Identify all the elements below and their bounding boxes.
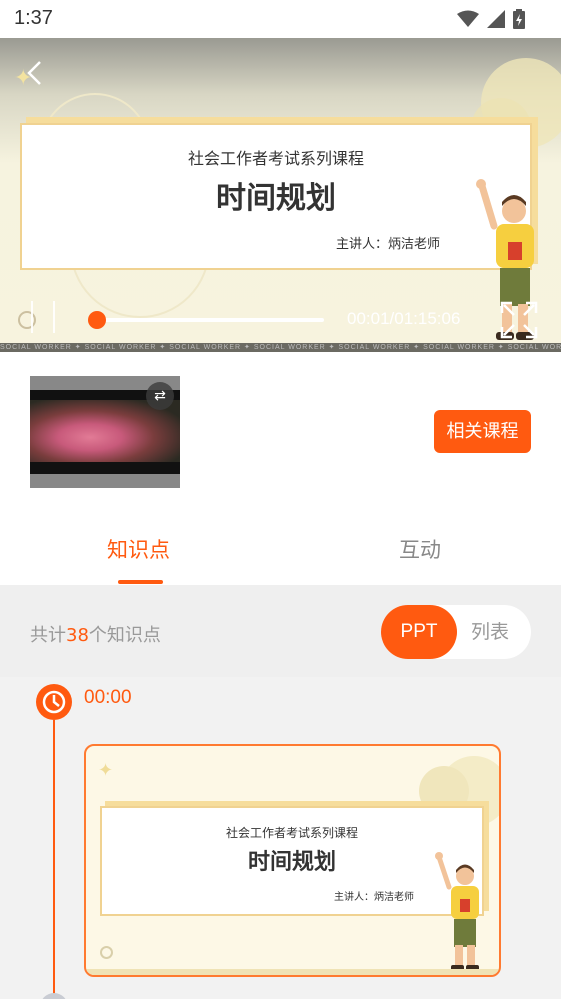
signal-icon [487, 10, 505, 28]
count-suffix: 个知识点 [88, 625, 161, 646]
clock-icon [36, 684, 72, 720]
slide-card-lecturer: 主讲人：炳洁老师 [334, 892, 414, 903]
divider [53, 301, 55, 333]
video-player[interactable]: ✦ 社会工作者考试系列课程 时间规划 主讲人：炳洁老师 00:01/01:15:… [0, 38, 561, 352]
badge-icon [100, 946, 113, 959]
slide-board: 社会工作者考试系列课程 时间规划 主讲人：炳洁老师 [20, 123, 532, 270]
teacher-illustration [435, 852, 479, 971]
switch-view-icon[interactable]: ⇄ [146, 382, 174, 410]
floating-thumbnail[interactable]: ⇄ [30, 376, 180, 488]
footer-ribbon: SOCIAL WORKER ✦ SOCIAL WORKER ✦ SOCIAL W… [0, 343, 561, 352]
knowledge-count: 共计38个知识点 [30, 621, 161, 647]
sparkle-icon: ✦ [98, 760, 114, 781]
wifi-icon [457, 10, 479, 27]
slide-card-board: 社会工作者考试系列课程 时间规划 主讲人：炳洁老师 [100, 806, 484, 916]
course-info-section: ⇄ 相关课程 知识点 互动 [0, 352, 561, 585]
slide-subtitle: 社会工作者考试系列课程 [187, 149, 364, 168]
back-arrow-icon [27, 61, 41, 85]
badge-icon [18, 311, 36, 329]
slide-card[interactable]: ✦ 社会工作者考试系列课程 时间规划 主讲人：炳洁老师 [84, 744, 501, 977]
slide-title: 时间规划 [216, 181, 336, 216]
timeline-timestamp: 00:00 [84, 687, 132, 708]
list-view-button[interactable]: 列表 [471, 605, 509, 659]
tab-knowledge-points[interactable]: 知识点 [107, 534, 170, 564]
count-prefix: 共计 [30, 625, 66, 646]
seek-bar-thumb[interactable] [87, 311, 106, 329]
view-toggle: PPT 列表 [381, 605, 531, 659]
status-icons [457, 9, 525, 29]
status-time: 1:37 [14, 7, 53, 29]
count-number: 38 [66, 625, 89, 646]
timeline-line [53, 720, 55, 999]
tab-interaction[interactable]: 互动 [399, 534, 441, 564]
knowledge-count-row: 共计38个知识点 PPT 列表 [0, 585, 561, 677]
slide-lecturer: 主讲人：炳洁老师 [335, 237, 440, 252]
tab-indicator [118, 580, 163, 584]
fullscreen-icon[interactable] [500, 301, 538, 339]
divider [31, 301, 33, 333]
seek-bar[interactable] [87, 311, 324, 329]
status-bar: 1:37 [0, 0, 561, 38]
slide-card-title: 时间规划 [247, 850, 336, 875]
next-timeline-marker [40, 993, 68, 999]
back-button[interactable] [20, 58, 50, 88]
ppt-view-button[interactable]: PPT [381, 605, 457, 659]
battery-icon [513, 9, 525, 29]
time-readout: 00:01/01:15:06 [347, 309, 461, 328]
footer-ribbon [86, 969, 499, 975]
tab-bar: 知识点 互动 [0, 520, 561, 585]
knowledge-timeline: 00:00 ✦ 社会工作者考试系列课程 时间规划 主讲人：炳洁老师 [0, 677, 561, 999]
player-controls: 00:01/01:15:06 [0, 293, 561, 345]
slide-card-subtitle: 社会工作者考试系列课程 [225, 826, 358, 840]
related-courses-button[interactable]: 相关课程 [434, 410, 531, 453]
